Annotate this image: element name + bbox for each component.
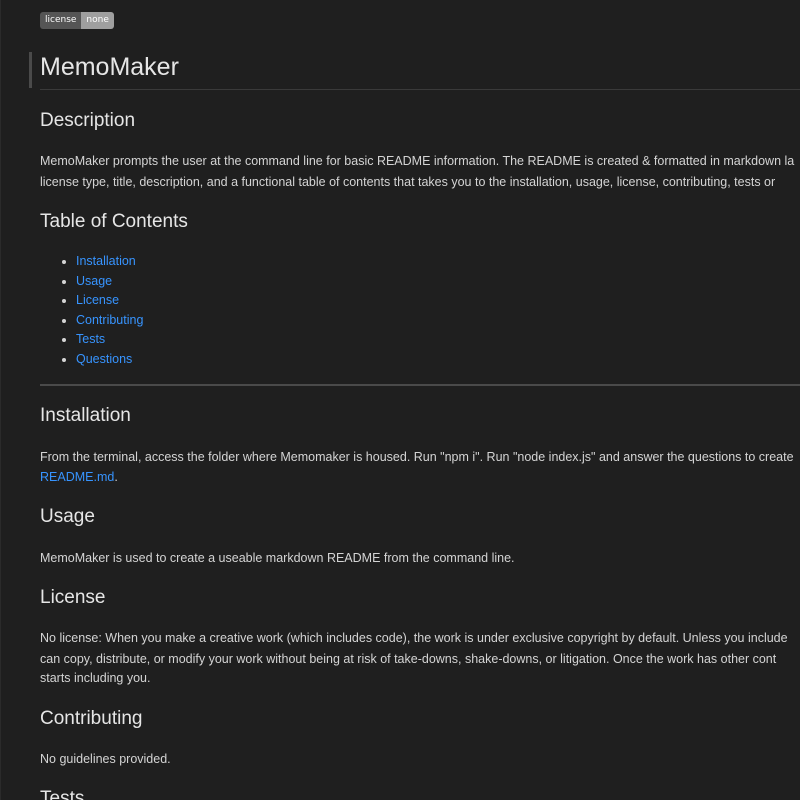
toc-heading: Table of Contents — [40, 211, 188, 232]
usage-heading: Usage — [40, 506, 95, 527]
toc-link-tests[interactable]: Tests — [76, 332, 105, 346]
license-line-1: No license: When you make a creative wor… — [40, 631, 788, 645]
toc-item-license: License — [76, 291, 143, 311]
installation-heading: Installation — [40, 405, 131, 426]
section-divider — [40, 384, 800, 386]
toc-item-questions: Questions — [76, 350, 143, 370]
description-line-2: license type, title, description, and a … — [40, 175, 776, 189]
toc-link-usage[interactable]: Usage — [76, 274, 112, 288]
installation-line-1: From the terminal, access the folder whe… — [40, 450, 794, 464]
page-title: MemoMaker — [40, 53, 179, 81]
tests-heading: Tests — [40, 788, 85, 800]
badge-label: license — [40, 12, 82, 29]
title-underline — [40, 89, 800, 90]
toc-link-contributing[interactable]: Contributing — [76, 313, 143, 327]
toc-item-tests: Tests — [76, 330, 143, 350]
license-line-2: can copy, distribute, or modify your wor… — [40, 652, 777, 666]
installation-period: . — [114, 470, 118, 484]
toc-item-installation: Installation — [76, 252, 143, 272]
usage-text: MemoMaker is used to create a useable ma… — [40, 551, 515, 565]
editor-left-edge — [0, 0, 1, 800]
toc-link-questions[interactable]: Questions — [76, 352, 132, 366]
toc-list: Installation Usage License Contributing … — [40, 252, 143, 370]
contributing-heading: Contributing — [40, 708, 143, 729]
toc-item-usage: Usage — [76, 272, 143, 292]
license-heading: License — [40, 587, 106, 608]
description-line-1: MemoMaker prompts the user at the comman… — [40, 154, 795, 168]
license-line-3: starts including you. — [40, 671, 151, 685]
readme-link[interactable]: README.md — [40, 470, 114, 484]
badge-value: none — [81, 12, 114, 29]
toc-link-installation[interactable]: Installation — [76, 254, 136, 268]
license-badge[interactable]: license none — [40, 12, 114, 29]
toc-item-contributing: Contributing — [76, 311, 143, 331]
contributing-text: No guidelines provided. — [40, 752, 171, 766]
title-accent-bar — [29, 52, 32, 88]
description-heading: Description — [40, 110, 136, 131]
installation-line-2: README.md. — [40, 467, 118, 487]
toc-link-license[interactable]: License — [76, 293, 119, 307]
